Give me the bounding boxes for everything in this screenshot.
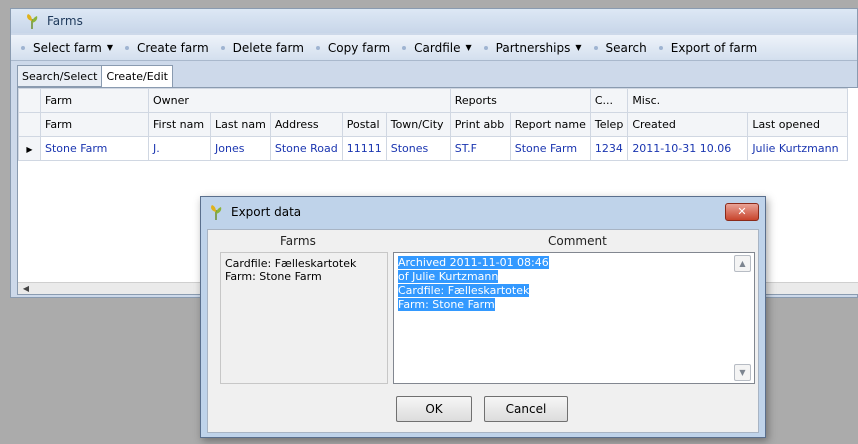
bullet-icon (315, 45, 320, 50)
caret-down-icon: ▼ (465, 43, 472, 52)
row-pointer-icon: ▶ (26, 145, 33, 154)
menu-label: Cardfile (414, 40, 461, 55)
column-header-town-city[interactable]: Town/City (385, 112, 451, 137)
cell-first-name[interactable]: J. (148, 136, 211, 161)
column-header-postal[interactable]: Postal (341, 112, 387, 137)
column-header-address[interactable]: Address (269, 112, 343, 137)
bullet-icon (593, 45, 598, 50)
group-header-owner[interactable]: Owner (148, 88, 451, 113)
comment-line-archived: Archived 2011-11-01 08:46 (398, 256, 549, 269)
menu-label: Create farm (136, 40, 209, 55)
caret-down-icon: ▼ (106, 43, 113, 52)
menu-partnerships[interactable]: Partnerships ▼ (483, 40, 582, 55)
farm-table: Farm Owner Reports C... Misc. Farm First… (18, 88, 849, 161)
column-header-print-abbreviation[interactable]: Print abb (449, 112, 511, 137)
column-header-report-name[interactable]: Report name (509, 112, 591, 137)
app-leaf-icon (209, 204, 223, 220)
farms-line-farm: Farm: Stone Farm (225, 270, 322, 283)
tab-search-select[interactable]: Search/Select (17, 65, 103, 87)
bullet-icon (658, 45, 663, 50)
cell-report-name[interactable]: Stone Farm (509, 136, 591, 161)
table-row[interactable]: ▶ Stone Farm J. Jones Stone Road 11111 S… (18, 136, 849, 161)
dialog-title-bar: Export data ✕ (201, 197, 765, 227)
column-header-telephone[interactable]: Telep (589, 112, 629, 137)
row-header-corner (18, 112, 41, 137)
current-row-indicator: ▶ (18, 136, 41, 161)
menu-create-farm[interactable]: Create farm (124, 40, 209, 55)
scroll-down-icon[interactable]: ▼ (734, 364, 751, 381)
cell-last-name[interactable]: Jones (210, 136, 271, 161)
comment-vertical-scrollbar[interactable]: ▲ ▼ (734, 255, 752, 381)
dialog-title: Export data (231, 205, 302, 219)
dialog-body: Farms Comment Cardfile: Fælleskartotek F… (207, 229, 759, 433)
menu-copy-farm[interactable]: Copy farm (315, 40, 391, 55)
group-header-contact[interactable]: C... (589, 88, 629, 113)
group-header-misc[interactable]: Misc. (627, 88, 849, 113)
group-header-reports[interactable]: Reports (449, 88, 591, 113)
menu-label: Select farm (33, 40, 102, 55)
menu-search[interactable]: Search (593, 40, 647, 55)
menu-label: Delete farm (232, 40, 304, 55)
cell-postal[interactable]: 11111 (341, 136, 387, 161)
cell-created[interactable]: 2011-10-31 10.06 (627, 136, 749, 161)
app-leaf-icon (25, 13, 39, 29)
cell-address[interactable]: Stone Road (269, 136, 343, 161)
cell-farm[interactable]: Stone Farm (40, 136, 149, 161)
column-header-created[interactable]: Created (627, 112, 749, 137)
comment-line-farm: Farm: Stone Farm (398, 298, 495, 311)
column-header-last-name[interactable]: Last nam (210, 112, 271, 137)
menu-delete-farm[interactable]: Delete farm (220, 40, 304, 55)
column-header-first-name[interactable]: First nam (148, 112, 211, 137)
menu-select-farm[interactable]: Select farm ▼ (21, 41, 113, 55)
menu-label: Copy farm (327, 40, 391, 55)
close-icon[interactable]: ✕ (725, 203, 759, 221)
farms-line-cardfile: Cardfile: Fælleskartotek (225, 257, 357, 270)
comment-line-author: of Julie Kurtzmann (398, 270, 499, 283)
tab-strip: Search/Select Create/Edit (17, 65, 173, 88)
bullet-icon (21, 45, 25, 50)
export-data-dialog: Export data ✕ Farms Comment Cardfile: Fæ… (200, 196, 766, 438)
comment-header: Comment (548, 234, 607, 248)
column-header-row: Farm First nam Last nam Address Postal T… (18, 112, 849, 137)
menu-label: Export of farm (670, 40, 758, 55)
bullet-icon (402, 45, 407, 50)
tab-create-edit[interactable]: Create/Edit (101, 65, 173, 88)
bullet-icon (483, 45, 488, 50)
column-header-farm[interactable]: Farm (40, 112, 149, 137)
window-title: Farms (47, 14, 83, 28)
menu-label: Partnerships (495, 40, 571, 55)
farms-header: Farms (280, 234, 316, 248)
menu-export-of-farm[interactable]: Export of farm (658, 40, 758, 55)
comment-line-cardfile: Cardfile: Fælleskartotek (398, 284, 530, 297)
column-header-last-opened[interactable]: Last opened (747, 112, 849, 137)
ok-button[interactable]: OK (396, 396, 472, 422)
bullet-icon (220, 45, 225, 50)
menu-label: Search (605, 40, 647, 55)
group-header-farm[interactable]: Farm (40, 88, 149, 113)
cell-last-opened[interactable]: Julie Kurtzmann (747, 136, 849, 161)
group-header-row: Farm Owner Reports C... Misc. (18, 88, 849, 113)
scroll-left-icon[interactable]: ◀ (20, 283, 32, 294)
bullet-icon (124, 45, 129, 50)
caret-down-icon: ▼ (575, 43, 582, 52)
cancel-button[interactable]: Cancel (484, 396, 568, 422)
cell-telephone[interactable]: 1234 (589, 136, 629, 161)
farms-info-box: Cardfile: Fælleskartotek Farm: Stone Far… (220, 252, 388, 384)
menu-cardfile[interactable]: Cardfile ▼ (402, 41, 472, 55)
row-header-corner (18, 88, 41, 113)
scroll-up-icon[interactable]: ▲ (734, 255, 751, 272)
comment-textarea[interactable]: Archived 2011-11-01 08:46 of Julie Kurtz… (393, 252, 755, 384)
title-bar: Farms (11, 9, 857, 33)
cell-print-abbreviation[interactable]: ST.F (449, 136, 511, 161)
cell-town-city[interactable]: Stones (385, 136, 451, 161)
menu-bar: Select farm ▼ Create farm Delete farm Cop… (11, 35, 857, 61)
